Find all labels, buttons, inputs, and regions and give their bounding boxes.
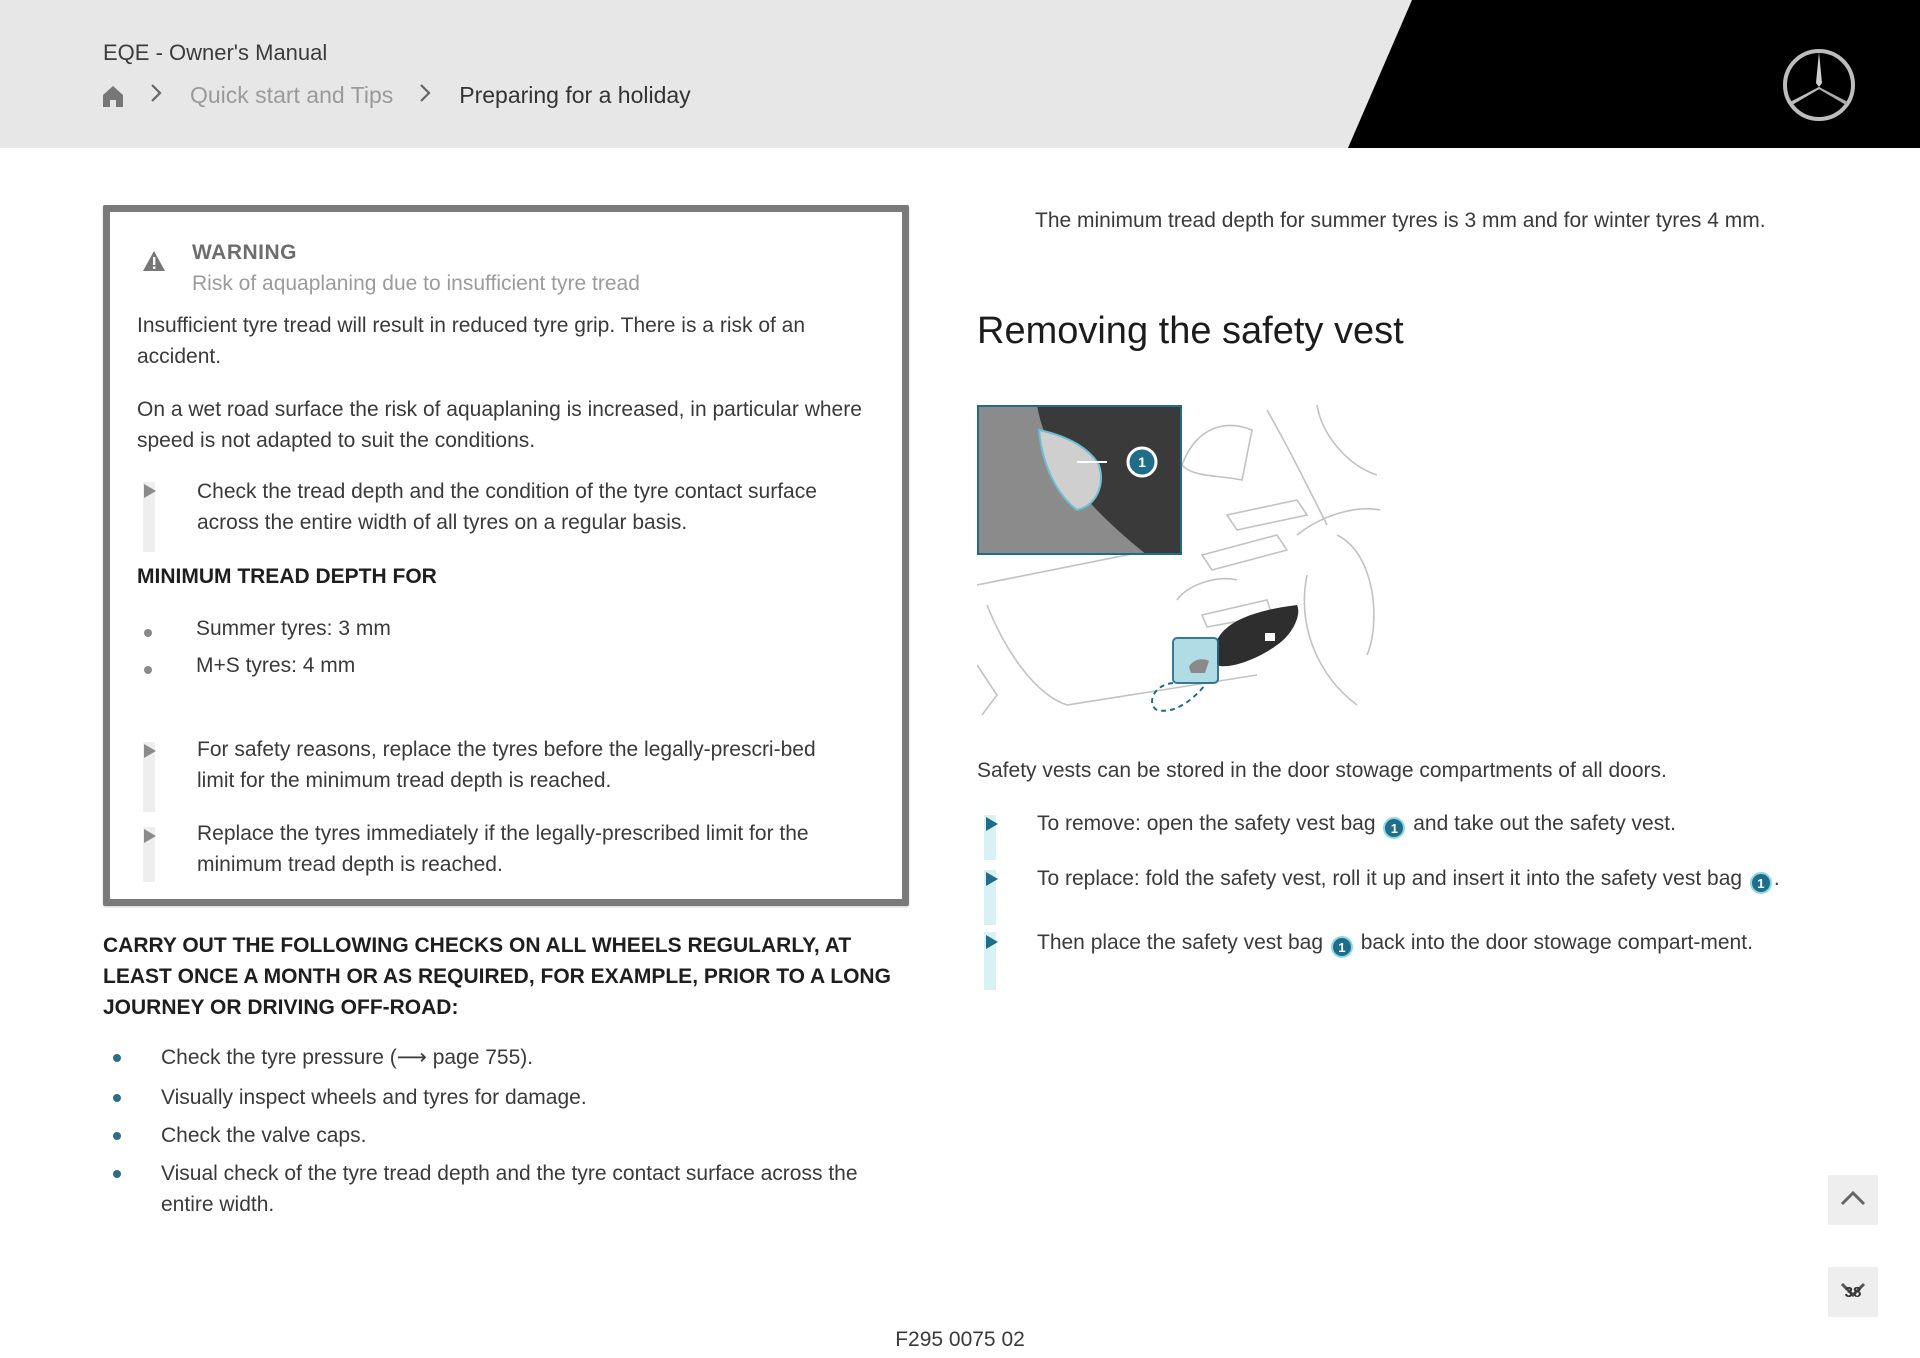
mercedes-star-logo[interactable] [1781,47,1857,123]
bullet-icon [144,666,152,674]
step-arrow-icon [986,872,998,886]
callout-1-icon: 1 [1330,936,1353,958]
chevron-right-icon [150,83,162,109]
warning-step: Replace the tyres immediately if the leg… [197,822,809,876]
warning-paragraph: Insufficient tyre tread will result in r… [137,314,806,368]
header: EQE - Owner's Manual Quick start and Tip… [0,0,1920,148]
scroll-down-button[interactable]: 38 [1828,1267,1878,1317]
min-tread-item: Summer tyres: 3 mm [196,617,391,640]
check-item: Visual check of the tyre tread depth and… [161,1162,858,1216]
warning-step: For safety reasons, replace the tyres be… [197,738,816,792]
step-arrow-icon [144,484,156,498]
bullet-icon [113,1054,121,1062]
step-arrow-icon [144,829,156,843]
min-tread-heading: MINIMUM TREAD DEPTH FOR [137,565,437,588]
check-item-text[interactable]: Check the tyre pressure (⟶ page 755). [161,1046,533,1069]
safety-vest-intro: Safety vests can be stored in the door s… [977,759,1667,782]
safety-vest-step: To replace: fold the safety vest, roll i… [1037,863,1797,894]
warning-title: WARNING [192,241,297,264]
warning-step: Check the tread depth and the condition … [197,480,817,534]
safety-vest-step: Then place the safety vest bag 1 back in… [1037,927,1797,958]
app-title: EQE - Owner's Manual [103,40,328,65]
step-arrow-icon [986,935,998,949]
check-item: Check the valve caps. [161,1124,367,1147]
page-badge: 38 [1844,1283,1862,1301]
check-item: Visually inspect wheels and tyres for da… [161,1086,587,1109]
chevron-up-icon [1839,1189,1867,1212]
section-title: Removing the safety vest [977,310,1404,352]
warning-box: WARNING Risk of aquaplaning due to insuf… [103,205,909,906]
safety-vest-step: To remove: open the safety vest bag 1 an… [1037,808,1797,839]
figure-code: F295 0075 02 [895,1328,1025,1351]
scroll-up-button[interactable] [1828,1175,1878,1225]
illustration-callout: 1 [1138,454,1146,470]
warning-triangle-icon [142,250,166,272]
home-icon[interactable] [102,84,124,108]
callout-1-icon: 1 [1749,872,1772,894]
bullet-icon [113,1132,121,1140]
breadcrumb-current: Preparing for a holiday [459,82,691,108]
breadcrumb-link-quick-start[interactable]: Quick start and Tips [190,82,393,109]
check-item: Check the tyre pressure (⟶ page 755). [161,1042,901,1073]
min-tread-item: M+S tyres: 4 mm [196,654,356,677]
chevron-right-icon [419,83,431,109]
breadcrumb: Quick start and Tips Preparing for a hol… [102,82,691,109]
safety-vest-illustration: 1 [976,404,1381,735]
callout-1-icon: 1 [1383,817,1406,839]
bullet-icon [113,1094,121,1102]
bullet-icon [144,629,152,637]
checks-heading: CARRY OUT THE FOLLOWING CHECKS ON ALL WH… [103,934,891,1019]
step-arrow-icon [144,744,156,758]
tread-depth-note: The minimum tread depth for summer tyres… [1035,209,1766,232]
warning-subtitle: Risk of aquaplaning due to insufficient … [192,272,640,295]
bullet-icon [113,1170,121,1178]
warning-paragraph: On a wet road surface the risk of aquapl… [137,398,862,452]
step-arrow-icon [986,817,998,831]
